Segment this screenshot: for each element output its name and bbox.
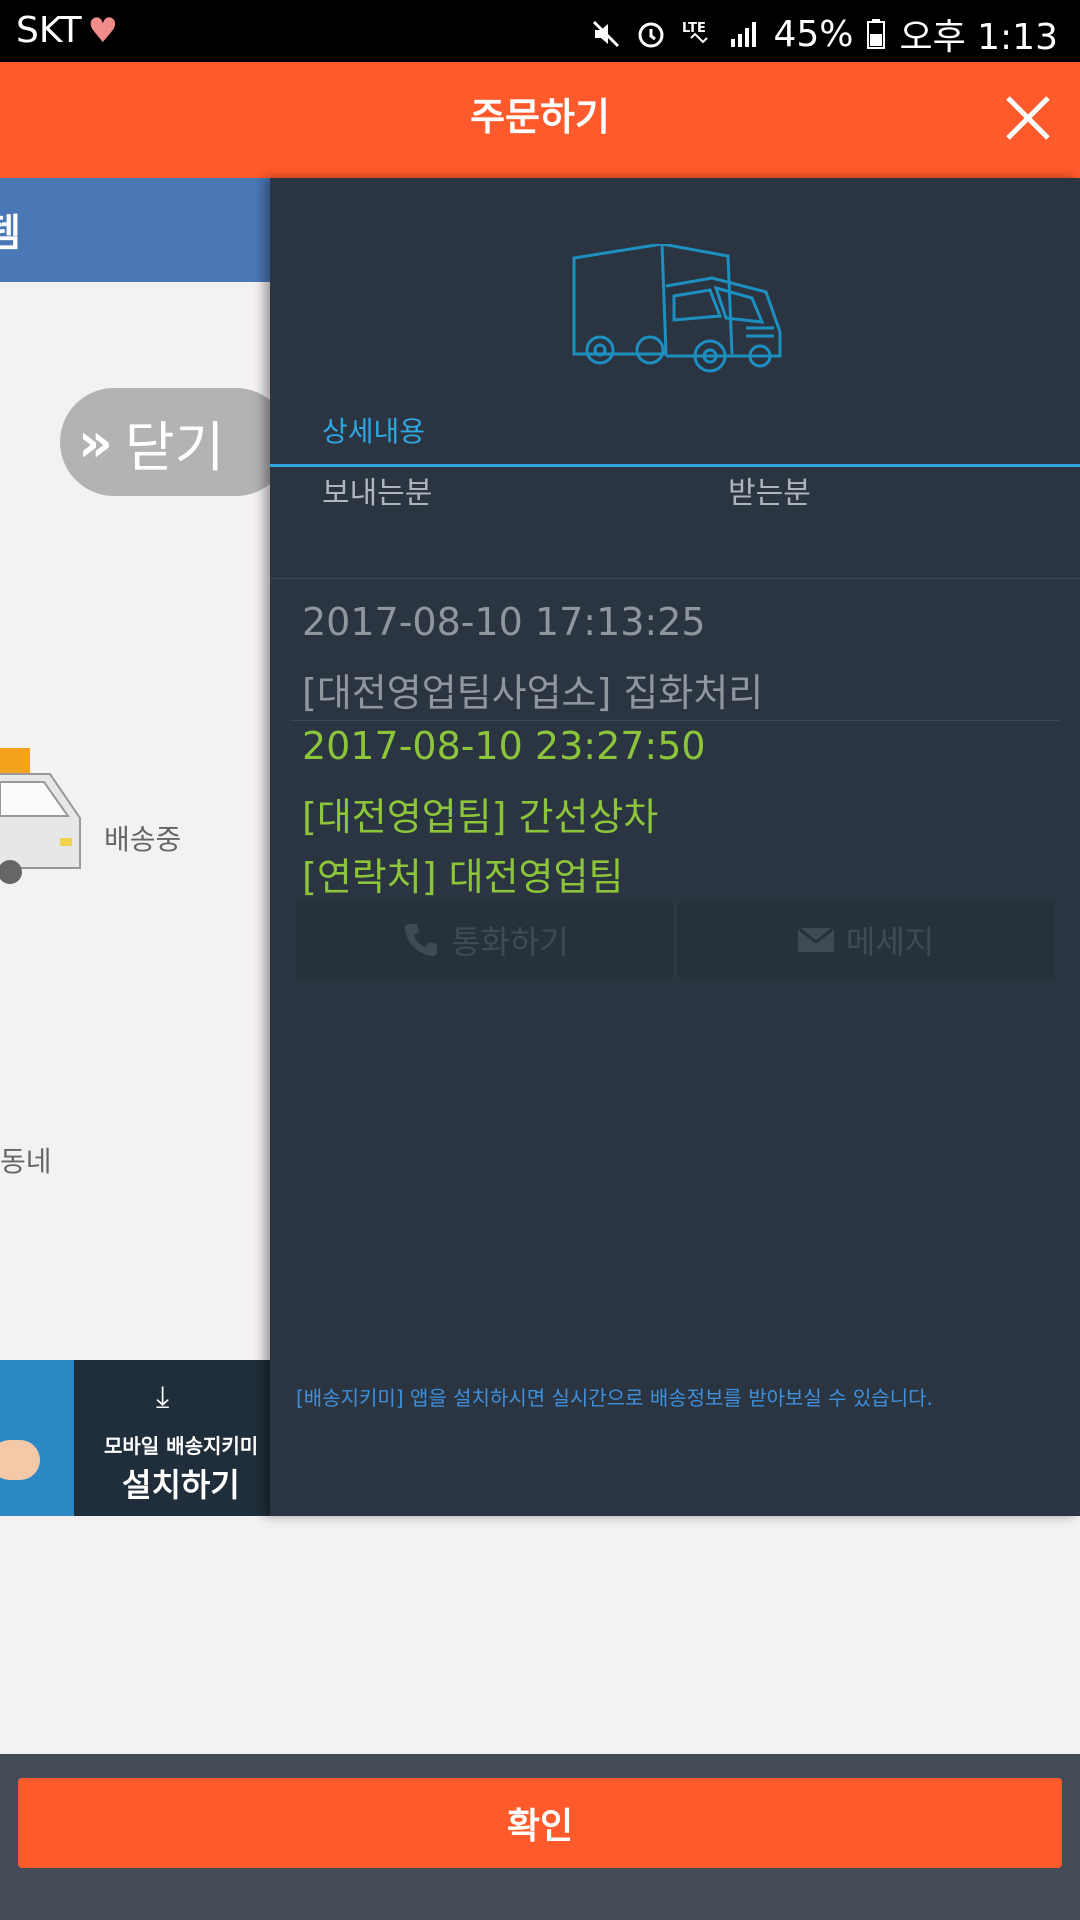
latest-event-contact: [연락처] 대전영업팀 <box>302 855 624 899</box>
battery-icon <box>867 19 886 49</box>
status-bar: SKT ♥ LTE 45% 오후 1:13 <box>0 0 1080 62</box>
call-button[interactable]: 통화하기 <box>296 902 674 978</box>
left-title-fragment: 템 <box>0 211 21 255</box>
carrier-label: SKT <box>16 10 82 51</box>
truck-icon <box>572 244 782 373</box>
install-app-banner[interactable]: ⤓ 모바일 배송지키미 설치하기 <box>0 1360 270 1516</box>
banner-app-name: 모바일 배송지키미 <box>104 1434 259 1458</box>
left-title-bar: 템 <box>0 178 270 282</box>
latest-event-time: 2017-08-10 23:27:50 <box>302 724 706 768</box>
bottom-action-bar: 확인 <box>0 1754 1080 1920</box>
call-label: 통화하기 <box>451 923 569 961</box>
banner-image <box>0 1360 74 1516</box>
page-title: 주문하기 <box>470 95 610 139</box>
close-icon[interactable] <box>1002 92 1054 144</box>
delivering-status: 배송중 <box>104 823 182 856</box>
divider <box>290 720 1060 721</box>
clock-time: 오후 1:13 <box>899 17 1058 58</box>
divider <box>270 578 1080 579</box>
message-label: 메세지 <box>845 923 935 961</box>
battery-percent: 45% <box>773 13 854 55</box>
contact-actions: 통화하기 메세지 <box>296 902 1054 978</box>
delivery-van-icon <box>0 748 81 884</box>
latest-event-description: [대전영업팀] 간선상차 <box>302 795 659 839</box>
hand-illustration <box>0 1440 40 1480</box>
close-panel-button[interactable]: » 닫기 <box>60 388 290 496</box>
download-icon: ⤓ <box>156 1380 170 1415</box>
alarm-icon <box>638 22 664 48</box>
tab-details[interactable]: 상세내용 <box>322 410 425 450</box>
left-background-panel: 템 » 닫기 배송중 동네 ⤓ 모바일 배송지키미 설치하기 <box>0 178 290 1516</box>
lte-icon: LTE <box>682 21 709 44</box>
header-bar: 주문하기 <box>0 62 1080 178</box>
sender-label: 보내는분 <box>322 476 433 511</box>
banner-install-label: 설치하기 <box>122 1466 240 1504</box>
mute-icon <box>593 20 620 48</box>
receiver-label: 받는분 <box>728 476 811 511</box>
close-panel-label: 닫기 <box>124 415 225 479</box>
double-chevron-right-icon: » <box>78 410 113 474</box>
heart-icon: ♥ <box>87 10 119 51</box>
confirm-button[interactable]: 확인 <box>18 1778 1062 1868</box>
mail-icon <box>796 926 835 952</box>
phone-icon <box>404 924 438 957</box>
event-description: [대전영업팀사업소] 집화처리 <box>302 671 764 715</box>
signal-icon <box>731 22 757 47</box>
delivery-detail-panel: 상세내용 보내는분 받는분 2017-08-10 17:13:25 [대전영업팀… <box>270 178 1080 1516</box>
message-button[interactable]: 메세지 <box>674 902 1054 978</box>
event-time: 2017-08-10 17:13:25 <box>302 600 706 644</box>
app-install-notice[interactable]: [배송지키미] 앱을 설치하시면 실시간으로 배송정보를 받아보실 수 있습니다… <box>296 1382 936 1414</box>
tab-underline <box>270 464 1080 467</box>
step-label-neighborhood: 동네 <box>0 1145 52 1178</box>
